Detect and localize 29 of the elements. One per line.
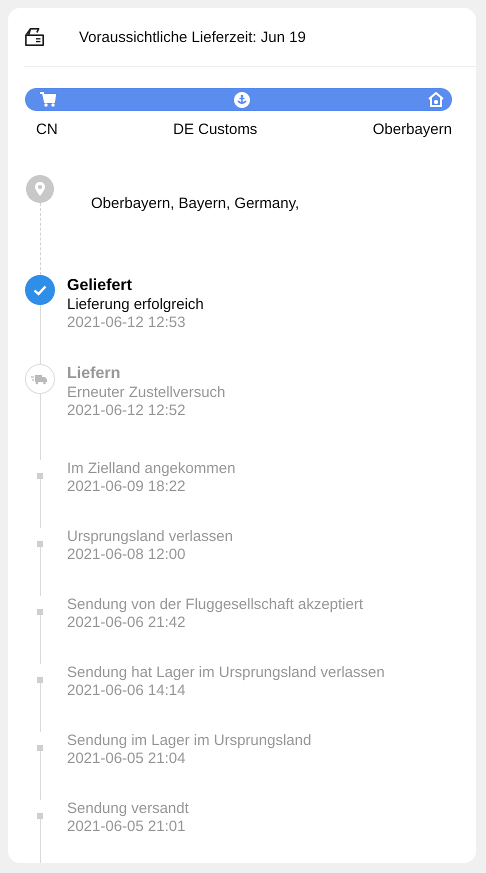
location-pin-icon — [26, 175, 54, 203]
event-title: Sendung versandt — [67, 800, 189, 818]
event-time: 2021-06-05 21:01 — [67, 818, 186, 836]
route-stop-label: CN — [36, 121, 58, 138]
event-title: Im Zielland angekommen — [67, 460, 236, 478]
event-title: Sendung von der Fluggesellschaft akzeptiert — [67, 596, 364, 614]
event-title: Geliefert — [67, 276, 133, 296]
route-stop-label: Oberbayern — [372, 121, 452, 138]
cart-icon — [40, 92, 56, 107]
event-time: 2021-06-12 12:53 — [67, 314, 186, 332]
event-time: 2021-06-08 12:00 — [67, 546, 186, 564]
event-title: Sendung hat Lager im Ursprungsland verlassen — [67, 664, 385, 682]
event-description: Lieferung erfolgreich — [67, 296, 204, 314]
parcel-icon — [24, 27, 46, 47]
event-description: Erneuter Zustellversuch — [67, 384, 226, 402]
event-time: 2021-06-05 21:04 — [67, 750, 186, 768]
event-title: Liefern — [67, 364, 122, 384]
anchor-icon — [234, 92, 250, 108]
route-stop-label: DE Customs — [173, 121, 258, 138]
delivery-estimate: Voraussichtliche Lieferzeit: Jun 19 — [79, 28, 306, 46]
event-title: Ursprungsland verlassen — [67, 528, 233, 546]
house-icon — [428, 92, 444, 107]
event-title: Sendung im Lager im Ursprungsland — [67, 732, 312, 750]
address-text: Oberbayern, Bayern, Germany, — [91, 195, 300, 213]
event-time: 2021-06-12 12:52 — [67, 402, 186, 420]
checkmark-icon — [25, 275, 55, 305]
event-time: 2021-06-09 18:22 — [67, 478, 186, 496]
event-time: 2021-06-06 14:14 — [67, 682, 186, 700]
event-time: 2021-06-06 21:42 — [67, 614, 186, 632]
